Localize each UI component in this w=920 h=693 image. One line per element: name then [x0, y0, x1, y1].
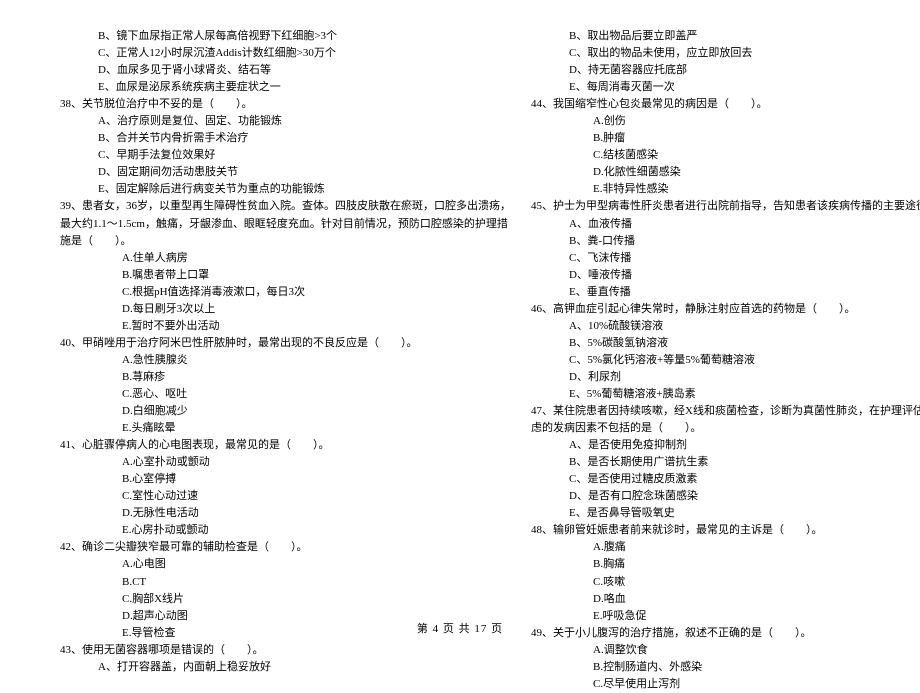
- option-text: B.控制肠道内、外感染: [531, 659, 920, 676]
- option-text: B.胸痛: [531, 556, 920, 573]
- option-text: B、取出物品后要立即盖严: [531, 28, 920, 45]
- question-stem: 43、使用无菌容器哪项是错误的（ ）。: [60, 642, 511, 659]
- option-text: A、治疗原则是复位、固定、功能锻炼: [60, 113, 511, 130]
- option-text: E、血尿是泌尿系统疾病主要症状之一: [60, 79, 511, 96]
- option-text: E、是否鼻导管吸氧史: [531, 505, 920, 522]
- option-text: E.头痛眩晕: [60, 420, 511, 437]
- option-text: A.急性胰腺炎: [60, 352, 511, 369]
- option-text: B.嘱患者带上口罩: [60, 267, 511, 284]
- option-text: B、镜下血尿指正常人尿每高倍视野下红细胞>3个: [60, 28, 511, 45]
- option-text: D、固定期间勿活动患肢关节: [60, 164, 511, 181]
- option-text: D、血尿多见于肾小球肾炎、结石等: [60, 62, 511, 79]
- question-stem: 48、输卵管妊娠患者前来就诊时，最常见的主诉是（ ）。: [531, 522, 920, 539]
- option-text: A.创伤: [531, 113, 920, 130]
- option-text: B.荨麻疹: [60, 369, 511, 386]
- option-text: B、粪-口传播: [531, 233, 920, 250]
- option-text: C、正常人12小时尿沉渣Addis计数红细胞>30万个: [60, 45, 511, 62]
- right-column: B、取出物品后要立即盖严 C、取出的物品未使用，应立即放回去 D、持无菌容器应托…: [521, 28, 920, 620]
- option-text: D、是否有口腔念珠菌感染: [531, 488, 920, 505]
- question-stem: 虑的发病因素不包括的是（ ）。: [531, 420, 920, 437]
- question-stem: 42、确诊二尖瓣狭窄最可靠的辅助检查是（ ）。: [60, 539, 511, 556]
- option-text: C.室性心动过速: [60, 488, 511, 505]
- option-text: C.咳嗽: [531, 574, 920, 591]
- left-column: B、镜下血尿指正常人尿每高倍视野下红细胞>3个 C、正常人12小时尿沉渣Addi…: [50, 28, 521, 620]
- option-text: A.腹痛: [531, 539, 920, 556]
- option-text: A、打开容器盖，内面朝上稳妥放好: [60, 659, 511, 676]
- option-text: A.心电图: [60, 556, 511, 573]
- option-text: D.咯血: [531, 591, 920, 608]
- option-text: D、持无菌容器应托底部: [531, 62, 920, 79]
- question-stem: 最大约1.1～1.5cm，触痛，牙龈渗血、眼眶轻度充血。针对目前情况，预防口腔感…: [60, 216, 511, 233]
- option-text: E、每周消毒灭菌一次: [531, 79, 920, 96]
- option-text: C、是否使用过糖皮质激素: [531, 471, 920, 488]
- option-text: D.无脉性电活动: [60, 505, 511, 522]
- option-text: C.恶心、呕吐: [60, 386, 511, 403]
- option-text: C.胸部X线片: [60, 591, 511, 608]
- option-text: C.结核菌感染: [531, 147, 920, 164]
- option-text: C、取出的物品未使用，应立即放回去: [531, 45, 920, 62]
- option-text: D.化脓性细菌感染: [531, 164, 920, 181]
- option-text: A、10%硫酸镁溶液: [531, 318, 920, 335]
- option-text: D、利尿剂: [531, 369, 920, 386]
- option-text: A.调整饮食: [531, 642, 920, 659]
- option-text: A、是否使用免疫抑制剂: [531, 437, 920, 454]
- option-text: E、固定解除后进行病变关节为重点的功能锻炼: [60, 181, 511, 198]
- question-stem: 47、某住院患者因持续咳嗽，经X线和痰菌检查，诊断为真菌性肺炎，在护理评估时，需…: [531, 403, 920, 420]
- option-text: C、早期手法复位效果好: [60, 147, 511, 164]
- question-stem: 39、患者女，36岁，以重型再生障碍性贫血入院。查体。四肢皮肤散在瘀斑，口腔多出…: [60, 198, 511, 215]
- option-text: B.肿瘤: [531, 130, 920, 147]
- option-text: B、5%碳酸氢钠溶液: [531, 335, 920, 352]
- option-text: E、垂直传播: [531, 284, 920, 301]
- option-text: A、血液传播: [531, 216, 920, 233]
- option-text: D.每日刷牙3次以上: [60, 301, 511, 318]
- question-stem: 41、心脏骤停病人的心电图表现，最常见的是（ ）。: [60, 437, 511, 454]
- option-text: A.心室扑动或颤动: [60, 454, 511, 471]
- question-stem: 施是（ ）。: [60, 233, 511, 250]
- option-text: E.暂时不要外出活动: [60, 318, 511, 335]
- option-text: B.心室停搏: [60, 471, 511, 488]
- option-text: C、5%氯化钙溶液+等量5%葡萄糖溶液: [531, 352, 920, 369]
- option-text: C.尽早使用止泻剂: [531, 676, 920, 693]
- option-text: D.白细胞减少: [60, 403, 511, 420]
- question-stem: 45、护士为甲型病毒性肝炎患者进行出院前指导，告知患者该疾病传播的主要途径是（ …: [531, 198, 920, 215]
- option-text: C.根据pH值选择消毒液漱口，每日3次: [60, 284, 511, 301]
- option-text: B.CT: [60, 574, 511, 591]
- option-text: C、飞沫传播: [531, 250, 920, 267]
- option-text: E.心房扑动或颤动: [60, 522, 511, 539]
- option-text: A.住单人病房: [60, 250, 511, 267]
- question-stem: 44、我国缩窄性心包炎最常见的病因是（ ）。: [531, 96, 920, 113]
- question-stem: 38、关节脱位治疗中不妥的是（ ）。: [60, 96, 511, 113]
- option-text: B、合并关节内骨折需手术治疗: [60, 130, 511, 147]
- option-text: B、是否长期使用广谱抗生素: [531, 454, 920, 471]
- question-stem: 40、甲硝唑用于治疗阿米巴性肝脓肿时，最常出现的不良反应是（ ）。: [60, 335, 511, 352]
- question-stem: 46、高钾血症引起心律失常时，静脉注射应首选的药物是（ ）。: [531, 301, 920, 318]
- page-content: B、镜下血尿指正常人尿每高倍视野下红细胞>3个 C、正常人12小时尿沉渣Addi…: [0, 0, 920, 620]
- page-footer: 第 4 页 共 17 页: [0, 621, 920, 638]
- option-text: E.非特异性感染: [531, 181, 920, 198]
- option-text: D、唾液传播: [531, 267, 920, 284]
- option-text: E、5%葡萄糖溶液+胰岛素: [531, 386, 920, 403]
